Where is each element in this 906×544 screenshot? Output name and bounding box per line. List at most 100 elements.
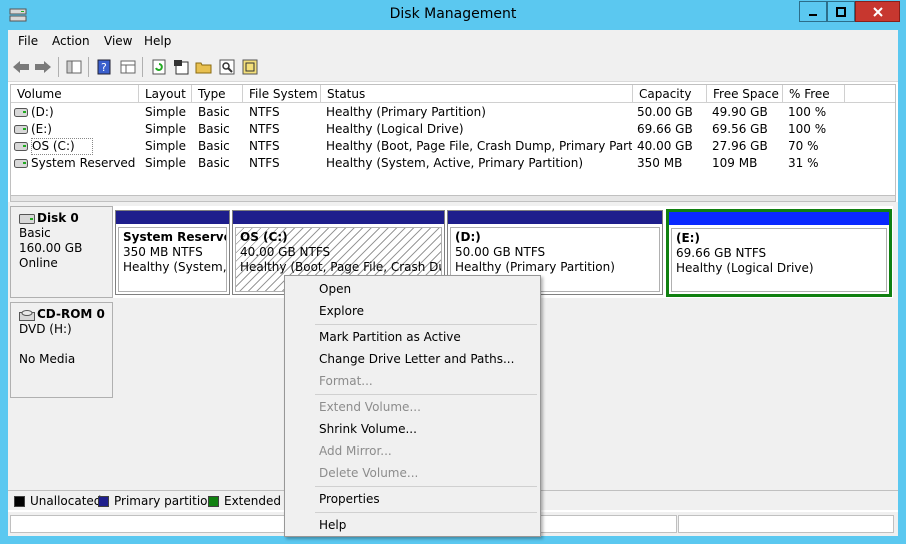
legend-primary-partition: Primary partition — [98, 494, 215, 508]
svg-text:?: ? — [101, 61, 107, 74]
menu-item-add-mirror: Add Mirror... — [319, 444, 392, 458]
menu-view[interactable]: View — [104, 34, 132, 48]
partition-name: System Reserved — [123, 230, 226, 244]
column-free-space[interactable]: Free Space — [707, 85, 783, 103]
primary-partition-bar — [448, 211, 662, 224]
cdrom-0-state: No Media — [19, 352, 76, 366]
menu-action[interactable]: Action — [52, 34, 90, 48]
disk-0-type: Basic — [19, 226, 51, 240]
menu-item-delete-volume: Delete Volume... — [319, 466, 419, 480]
back-arrow-icon — [13, 61, 29, 73]
cell-percent-free: 100 % — [788, 105, 827, 119]
drive-icon — [14, 142, 28, 151]
cdrom-0-label[interactable]: CD-ROM 0 DVD (H:) No Media — [10, 302, 113, 398]
title-bar[interactable]: Disk Management — [0, 0, 906, 30]
cell-status: Healthy (Boot, Page File, Crash Dump, Pr… — [326, 139, 632, 153]
menu-bar: File Action View Help — [8, 30, 898, 52]
search-button[interactable] — [217, 57, 237, 77]
drive-icon — [14, 108, 28, 117]
column-layout[interactable]: Layout — [139, 85, 192, 103]
logical-drive-bar — [669, 212, 889, 225]
cell-capacity: 40.00 GB — [637, 139, 693, 153]
settings-button[interactable] — [240, 57, 260, 77]
volume-list[interactable]: Volume Layout Type File System Status Ca… — [10, 84, 896, 196]
partition-size: 50.00 GB NTFS — [455, 245, 546, 259]
column-status[interactable]: Status — [321, 85, 633, 103]
back-button[interactable] — [11, 57, 31, 77]
cell-file-system: NTFS — [249, 122, 280, 136]
maximize-icon — [836, 6, 846, 17]
properties-grid-button[interactable] — [118, 57, 138, 77]
column-file-system[interactable]: File System — [243, 85, 321, 103]
table-row[interactable]: System Reserved Simple Basic NTFS Health… — [11, 155, 895, 172]
disk-management-window: Disk Management File Action View Help ? … — [0, 0, 906, 544]
cell-percent-free: 70 % — [788, 139, 819, 153]
help-icon: ? — [97, 59, 111, 75]
toolbar: ? — [8, 52, 898, 82]
help-button[interactable]: ? — [94, 57, 114, 77]
refresh-icon — [152, 59, 166, 75]
partition-size: 40.00 GB NTFS — [240, 245, 331, 259]
column-volume[interactable]: Volume — [11, 85, 139, 103]
menu-item-format: Format... — [319, 374, 373, 388]
table-row[interactable]: (E:) Simple Basic NTFS Healthy (Logical … — [11, 121, 895, 138]
refresh-button[interactable] — [149, 57, 169, 77]
legend-unallocated: Unallocated — [14, 494, 101, 508]
disk-icon — [19, 213, 35, 224]
menu-item-extend-volume: Extend Volume... — [319, 400, 421, 414]
partition-system-reserved[interactable]: System Reserved 350 MB NTFS Healthy (Sys… — [115, 210, 230, 295]
close-button[interactable] — [855, 1, 900, 22]
cell-status: Healthy (Logical Drive) — [326, 122, 464, 136]
column-percent-free[interactable]: % Free — [783, 85, 845, 103]
maximize-button[interactable] — [827, 1, 855, 22]
partition-status: Healthy (Primary Partition) — [455, 260, 615, 274]
cell-free-space: 69.56 GB — [712, 122, 768, 136]
menu-item-shrink-volume[interactable]: Shrink Volume... — [287, 418, 538, 440]
cdrom-0-name: CD-ROM 0 — [37, 307, 105, 321]
cell-type: Basic — [198, 139, 230, 153]
menu-item-change-drive-letter[interactable]: Change Drive Letter and Paths... — [287, 348, 538, 370]
minimize-button[interactable] — [799, 1, 827, 22]
open-folder-icon — [195, 62, 212, 74]
cell-capacity: 350 MB — [637, 156, 683, 170]
properties-button[interactable] — [171, 57, 191, 77]
cell-free-space: 109 MB — [712, 156, 758, 170]
table-row[interactable]: (D:) Simple Basic NTFS Healthy (Primary … — [11, 104, 895, 121]
menu-item-explore[interactable]: Explore — [287, 300, 538, 322]
settings-icon — [242, 59, 258, 75]
column-type[interactable]: Type — [192, 85, 243, 103]
cell-percent-free: 100 % — [788, 122, 827, 136]
menu-file[interactable]: File — [18, 34, 38, 48]
cell-status: Healthy (Primary Partition) — [326, 105, 486, 119]
partition-size: 350 MB NTFS — [123, 245, 203, 259]
column-capacity[interactable]: Capacity — [633, 85, 707, 103]
menu-item-properties[interactable]: Properties — [287, 488, 538, 510]
partition-name: OS (C:) — [240, 230, 288, 244]
cell-capacity: 50.00 GB — [637, 105, 693, 119]
open-folder-button[interactable] — [194, 57, 214, 77]
partition-name: (D:) — [455, 230, 481, 244]
cdrom-icon — [19, 309, 35, 321]
console-tree-button[interactable] — [64, 57, 84, 77]
disk-0-label[interactable]: Disk 0 Basic 160.00 GB Online — [10, 206, 113, 298]
forward-button[interactable] — [33, 57, 53, 77]
menu-item-mark-active[interactable]: Mark Partition as Active — [287, 326, 538, 348]
properties-grid-icon — [120, 60, 136, 74]
properties-icon — [174, 60, 189, 75]
primary-partition-bar — [233, 211, 444, 224]
cell-layout: Simple — [145, 105, 186, 119]
close-icon — [872, 6, 883, 17]
menu-help[interactable]: Help — [144, 34, 171, 48]
table-row[interactable]: OS (C:) Simple Basic NTFS Healthy (Boot,… — [11, 138, 895, 155]
cell-layout: Simple — [145, 139, 186, 153]
partition-e[interactable]: (E:) 69.66 GB NTFS Healthy (Logical Driv… — [666, 209, 892, 297]
partition-status: Healthy (System, Active, Primary Partiti… — [123, 260, 227, 274]
menu-item-open[interactable]: Open — [287, 278, 538, 300]
volume-list-header: Volume Layout Type File System Status Ca… — [11, 85, 895, 103]
cell-volume: System Reserved — [31, 156, 136, 170]
cell-file-system: NTFS — [249, 156, 280, 170]
menu-item-help[interactable]: Help — [287, 514, 538, 536]
disk-0-size: 160.00 GB — [19, 241, 83, 255]
cell-type: Basic — [198, 156, 230, 170]
cell-layout: Simple — [145, 122, 186, 136]
